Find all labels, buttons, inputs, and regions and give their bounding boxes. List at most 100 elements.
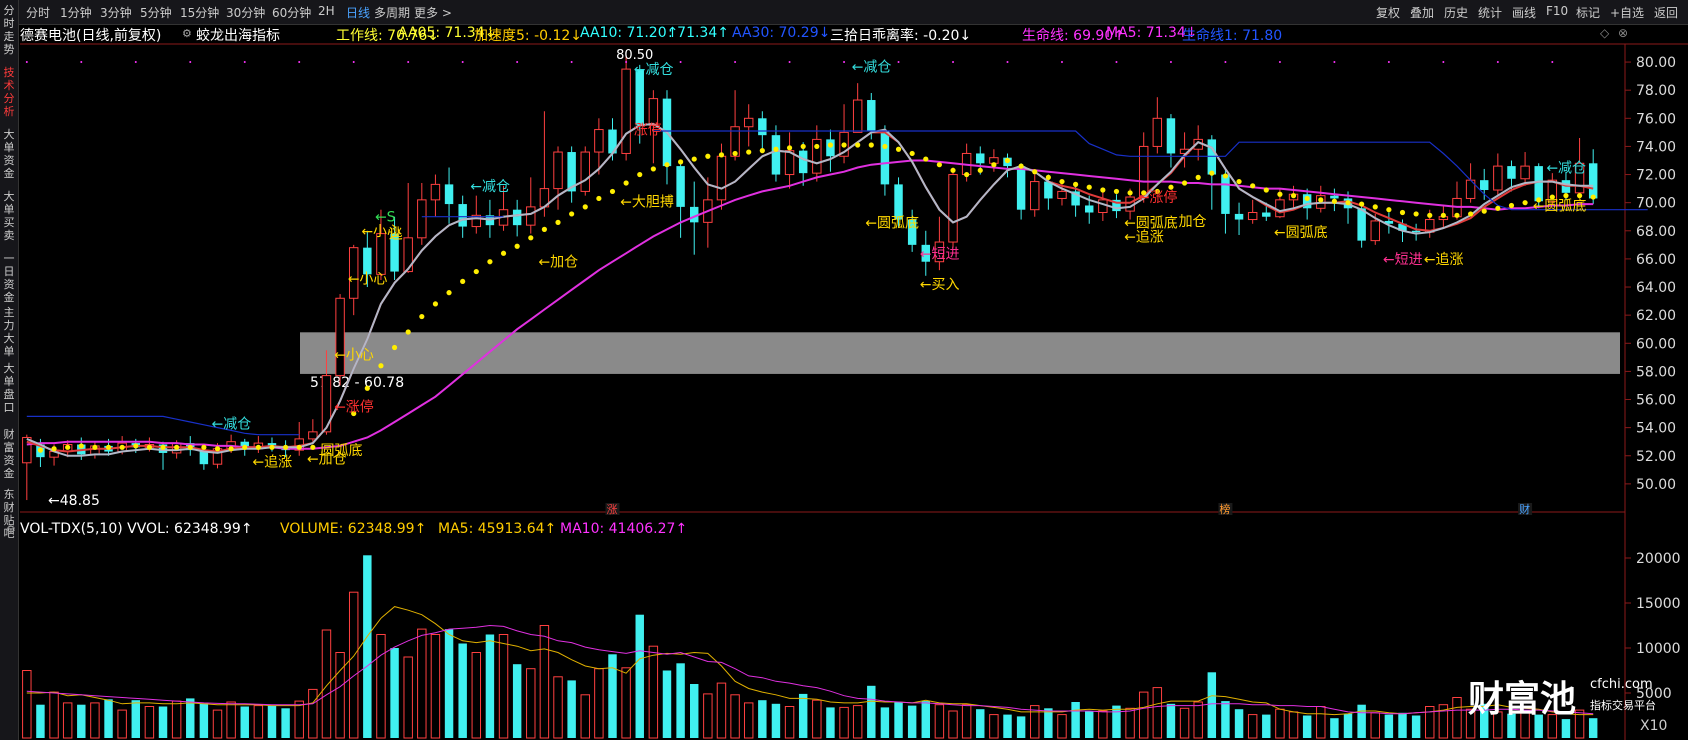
signal-label: ←追涨 [1424, 252, 1464, 268]
volume-bar [839, 706, 849, 739]
signal-dot [609, 188, 616, 195]
volume-bar [1288, 711, 1299, 739]
signal-dot [283, 444, 289, 450]
signal-dot [1468, 211, 1474, 217]
signal-label: ←小心 [348, 272, 388, 288]
signal-dot [950, 167, 956, 173]
candle-body [771, 135, 781, 175]
volume-bar [784, 706, 795, 739]
candle-body [1166, 118, 1176, 154]
signal-dot [1032, 169, 1038, 175]
signal-dot [923, 156, 929, 162]
y-tick-label: 56.00 [1636, 393, 1676, 409]
signal-label: ←大胆搏 [620, 193, 674, 210]
volume-bar [867, 685, 876, 738]
signal-dot [569, 211, 575, 217]
signal-label: ←S [375, 210, 396, 226]
volume-bar [1247, 714, 1258, 739]
candle-body [758, 118, 767, 136]
candle-body [1016, 166, 1026, 210]
signal-dot [1386, 207, 1392, 213]
volume-bar [485, 634, 495, 738]
volume-bar [703, 693, 713, 739]
volume-unit-label: X10 [1640, 718, 1668, 734]
top-marker-dot [897, 61, 900, 63]
volume-bar [1125, 707, 1135, 739]
volume-bar [90, 702, 100, 739]
signal-label: ←加仓 [538, 255, 578, 271]
volume-y-tick-label: 10000 [1636, 641, 1681, 657]
volume-bar [1343, 713, 1353, 738]
y-tick-label: 76.00 [1636, 111, 1676, 127]
y-tick-label: 50.00 [1636, 477, 1676, 493]
series-line-工作线 [26, 122, 1594, 453]
volume-bar [730, 694, 740, 739]
signal-dot [78, 443, 84, 449]
signal-dot [146, 444, 152, 450]
signal-dot [1236, 178, 1242, 185]
candle-body [1262, 212, 1271, 217]
top-marker-dot [1060, 61, 1063, 63]
signal-label: ←短进 [1383, 252, 1423, 268]
volume-bar [662, 670, 672, 738]
candle-body [976, 153, 985, 164]
volume-bar [1398, 712, 1407, 738]
volume-bar [594, 668, 604, 739]
y-tick-label: 60.00 [1636, 336, 1676, 352]
signal-label: ←圆弧底 [1274, 225, 1328, 241]
signal-dot [1304, 195, 1310, 202]
candle-body [1275, 199, 1285, 218]
signal-dot [133, 443, 139, 449]
signal-dot [773, 146, 779, 152]
volume-bar [417, 628, 427, 739]
signal-dot [296, 444, 302, 450]
top-marker-dot [25, 61, 28, 63]
watermark-sub: 指标交易平台 [1590, 699, 1656, 712]
volume-bar [976, 709, 985, 738]
candle-body [743, 117, 754, 128]
signal-dot [991, 162, 997, 168]
volume-bar [281, 708, 290, 738]
top-marker-dot [1333, 61, 1336, 63]
candle-body [22, 436, 32, 464]
candle-body [1357, 208, 1366, 241]
signal-dot [1372, 204, 1378, 210]
signal-dot [1399, 209, 1406, 216]
signal-dot [1045, 174, 1051, 180]
signal-label: 加仓 [1179, 214, 1207, 230]
y-tick-label: 68.00 [1636, 224, 1676, 240]
signal-dot [1590, 194, 1596, 200]
volume-bar [348, 591, 359, 739]
volume-bar [335, 652, 345, 739]
top-marker-dot [1224, 61, 1227, 63]
top-marker-dot [952, 61, 955, 63]
volume-bar [989, 714, 999, 739]
signal-dot [718, 152, 725, 158]
y-tick-label: 52.00 [1636, 449, 1676, 465]
volume-bar [212, 709, 223, 739]
signal-dot [582, 204, 588, 210]
signal-dot [1413, 211, 1419, 217]
signal-label: ←减仓 [1546, 161, 1586, 177]
signal-dot [1209, 170, 1215, 176]
signal-dot [1250, 183, 1256, 189]
volume-bar [1179, 707, 1190, 739]
candle-body [580, 151, 590, 192]
volume-bar [1234, 709, 1244, 738]
top-marker-dot [1115, 61, 1118, 63]
signal-dot [391, 344, 398, 351]
volume-bar [880, 707, 890, 738]
top-marker-dot [298, 61, 301, 63]
candle-body [1030, 181, 1040, 211]
volume-bar [826, 707, 835, 738]
volume-bar [1330, 718, 1339, 738]
signal-dot [855, 142, 861, 148]
volume-bar [253, 705, 264, 739]
volume-bar [1207, 672, 1217, 738]
volume-bar [49, 691, 59, 739]
volume-bar [62, 702, 73, 739]
candle-body [948, 174, 958, 243]
volume-y-tick-label: 15000 [1636, 596, 1681, 612]
candle-body [880, 130, 890, 185]
candle-body [335, 297, 345, 377]
